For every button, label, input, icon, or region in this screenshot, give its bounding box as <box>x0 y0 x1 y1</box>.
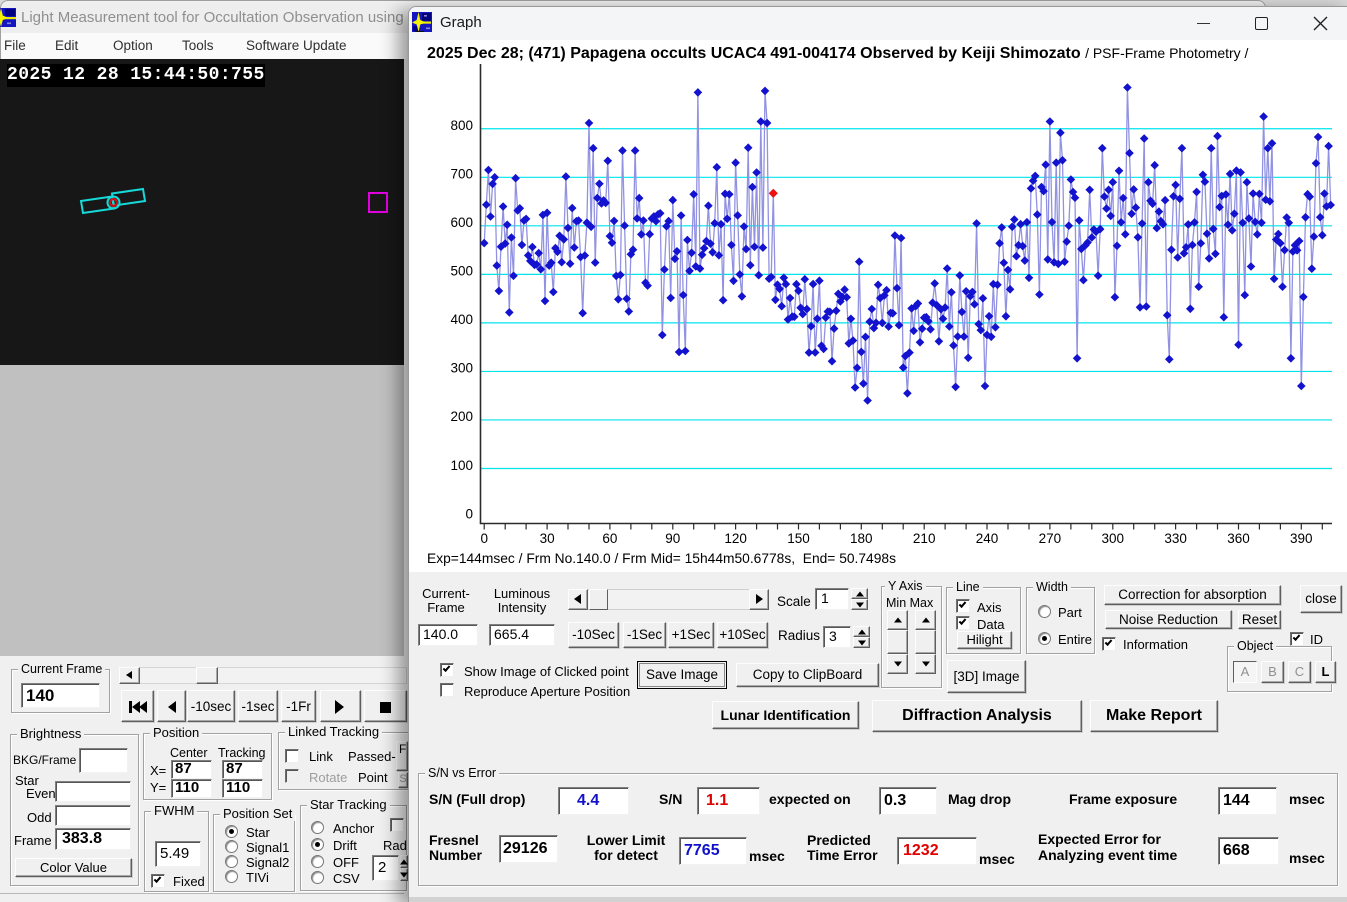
svg-text:30: 30 <box>540 531 555 546</box>
svg-text:800: 800 <box>450 118 473 133</box>
svg-text:60: 60 <box>602 531 617 546</box>
svg-text:200: 200 <box>450 409 473 424</box>
svg-text:330: 330 <box>1164 531 1187 546</box>
svg-text:270: 270 <box>1039 531 1062 546</box>
svg-text:100: 100 <box>450 458 473 473</box>
svg-text:300: 300 <box>450 361 473 376</box>
svg-text:210: 210 <box>913 531 936 546</box>
svg-text:500: 500 <box>450 264 473 279</box>
svg-text:240: 240 <box>976 531 999 546</box>
svg-text:300: 300 <box>1102 531 1125 546</box>
svg-text:700: 700 <box>450 167 473 182</box>
svg-text:400: 400 <box>450 312 473 327</box>
svg-text:0: 0 <box>465 506 473 521</box>
svg-text:180: 180 <box>850 531 873 546</box>
svg-text:150: 150 <box>787 531 810 546</box>
svg-text:120: 120 <box>724 531 747 546</box>
svg-text:360: 360 <box>1227 531 1250 546</box>
svg-text:600: 600 <box>450 215 473 230</box>
svg-text:0: 0 <box>480 531 488 546</box>
svg-text:390: 390 <box>1290 531 1313 546</box>
svg-text:90: 90 <box>665 531 680 546</box>
